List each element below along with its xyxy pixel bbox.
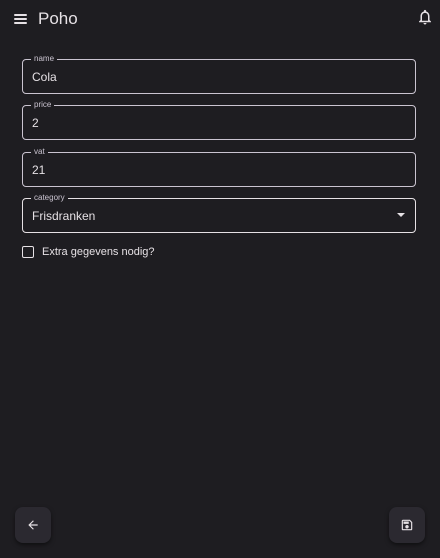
price-field[interactable]: price	[22, 99, 416, 140]
category-select[interactable]: category Frisdranken	[22, 192, 416, 233]
app-root: Poho name price vat category Frisdranken…	[0, 0, 440, 558]
menu-icon[interactable]	[13, 12, 29, 26]
chevron-down-icon[interactable]	[397, 213, 405, 217]
extra-data-checkbox[interactable]	[22, 246, 34, 258]
name-field-label: name	[31, 53, 58, 65]
price-field-label: price	[31, 99, 55, 111]
name-input[interactable]	[32, 70, 372, 84]
top-app-bar: Poho	[0, 0, 440, 40]
arrow-left-icon	[28, 520, 38, 530]
bell-icon[interactable]	[416, 8, 434, 26]
name-field[interactable]: name	[22, 53, 416, 94]
vat-field[interactable]: vat	[22, 146, 416, 187]
price-input[interactable]	[32, 116, 372, 130]
category-field-label: category	[31, 192, 68, 204]
save-icon	[401, 519, 413, 531]
back-button[interactable]	[15, 507, 51, 543]
vat-field-label: vat	[31, 146, 48, 158]
extra-data-row[interactable]: Extra gegevens nodig?	[22, 244, 155, 260]
vat-input[interactable]	[32, 163, 372, 177]
extra-data-label: Extra gegevens nodig?	[42, 246, 155, 258]
save-button[interactable]	[389, 507, 425, 543]
app-title: Poho	[38, 9, 78, 28]
category-value: Frisdranken	[32, 209, 96, 223]
